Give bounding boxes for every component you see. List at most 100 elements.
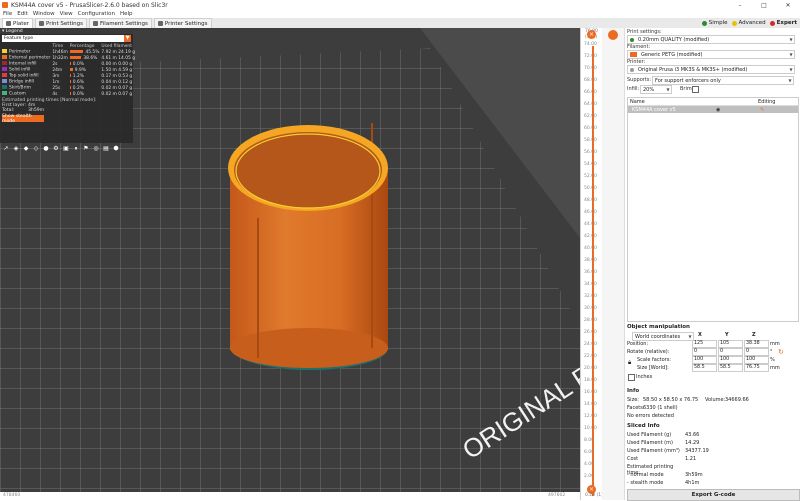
slider-tick-label: 40.00 [584, 246, 597, 251]
legend-row[interactable]: Custom 4s 0.0% 0.02 m 0.07 g [1, 91, 136, 97]
slider-tick-label: 58.00 [584, 138, 597, 143]
menu-configuration[interactable]: Configuration [78, 11, 115, 17]
prusa-logo-icon [2, 2, 8, 8]
simple-mode-icon [701, 20, 707, 26]
object-list: Name Editing KSM44A cover v5 ◉ ✎ [627, 97, 799, 322]
tab-printer-settings[interactable]: Printer Settings [153, 18, 212, 28]
menu-view[interactable]: View [60, 11, 73, 17]
sliced-info-row: Cost 1.21 [627, 456, 697, 462]
printer-combo[interactable]: Original Prusa i3 MK3S & MK3S+ (modified… [627, 65, 795, 74]
travel-icon[interactable]: ↗ [2, 145, 10, 153]
slider-tick-label: 12.00 [584, 414, 597, 419]
mode-advanced[interactable]: Advanced [731, 20, 766, 26]
tool-change-icon[interactable]: ⚙ [52, 145, 60, 153]
size-y-input[interactable]: 58.5 [718, 364, 743, 372]
slider-tick-label: 70.00 [584, 66, 597, 71]
slider-tick-label: 62.00 [584, 114, 597, 119]
slider-upper-knob[interactable]: × [587, 30, 596, 39]
chevron-down-icon: ▼ [688, 334, 692, 339]
tab-print-settings[interactable]: Print Settings [35, 18, 87, 28]
hslider-left-value: 478460 [3, 493, 21, 498]
editing-icon[interactable]: ✎ [760, 107, 764, 113]
rotate-z-input[interactable]: 0 [744, 348, 769, 356]
sidebar: Print settings: 0.20mm QUALITY (modified… [602, 28, 800, 501]
legend-swatch [2, 49, 7, 54]
slider-tick-label: 54.00 [584, 162, 597, 167]
center-of-gravity-icon[interactable]: ◎ [92, 145, 100, 153]
wipe-icon[interactable]: ◈ [12, 145, 20, 153]
mode-expert[interactable]: Expert [769, 20, 797, 26]
legend-swatch [2, 85, 7, 90]
minimize-button[interactable]: – [728, 2, 752, 9]
mode-simple[interactable]: Simple [701, 20, 728, 26]
reset-rotation-icon[interactable]: ↻ [778, 348, 784, 356]
brim-checkbox[interactable] [692, 86, 699, 93]
slider-tick-label: 34.00 [584, 282, 597, 287]
position-x-input[interactable]: 125 [692, 340, 717, 348]
menu-edit[interactable]: Edit [17, 11, 28, 17]
supports-combo[interactable]: For support enforcers only ▼ [652, 76, 794, 85]
layer-slider[interactable]: 76.80 (384) × 74.0072.0070.0068.0066.006… [580, 28, 603, 500]
deretraction-icon[interactable]: ◇ [32, 145, 40, 153]
tool-marker-icon[interactable]: ⬢ [112, 145, 120, 153]
visibility-eye-icon[interactable]: ◉ [716, 107, 760, 113]
pause-icon[interactable]: ⏸ [72, 145, 80, 153]
rotate-y-input[interactable]: 0 [718, 348, 743, 356]
tab-filament-settings[interactable]: Filament Settings [89, 18, 152, 28]
chevron-down-icon: ▼ [789, 52, 793, 57]
expert-mode-icon [769, 20, 775, 26]
size-z-input[interactable]: 76.75 [744, 364, 769, 372]
filament-combo[interactable]: Generic PETG (modified) ▼ [627, 50, 795, 59]
infill-combo[interactable]: 20% ▼ [640, 85, 672, 94]
cylinder-bottom [230, 328, 388, 368]
legend-swatch [2, 73, 7, 78]
tab-plater[interactable]: Plater [2, 18, 34, 28]
advanced-mode-icon [731, 20, 737, 26]
object-list-row[interactable]: KSM44A cover v5 ◉ ✎ [628, 106, 798, 113]
scale-x-input[interactable]: 100 [692, 356, 717, 364]
sliced-info-row: Used Filament (m) 14.29 [627, 440, 700, 446]
legend-header[interactable]: ▾ Legend [0, 28, 133, 34]
legend-view-type-select[interactable]: Feature type ▼ [2, 35, 131, 42]
legend-panel: ▾ Legend Feature type ▼ Time Percentage U… [0, 28, 136, 143]
position-z-input[interactable]: 38.38 [744, 340, 769, 348]
show-stealth-mode-button[interactable]: Show stealth mode [2, 114, 44, 124]
chevron-down-icon: ▼ [789, 37, 793, 42]
menu-bar: File Edit Window View Configuration Help [0, 10, 800, 18]
lock-icon[interactable]: 🔒︎ [628, 359, 631, 367]
color-change-icon[interactable]: ▣ [62, 145, 70, 153]
position-y-input[interactable]: 105 [718, 340, 743, 348]
chevron-down-icon: ▼ [789, 67, 793, 72]
rotate-x-input[interactable]: 0 [692, 348, 717, 356]
slider-tick-label: 42.00 [584, 234, 597, 239]
slider-tick-label: 60.00 [584, 126, 597, 131]
collapse-sidebar-icon[interactable] [608, 30, 618, 40]
retraction-icon[interactable]: ◆ [22, 145, 30, 153]
size-x-input[interactable]: 58.5 [692, 364, 717, 372]
slider-tick-label: 10.00 [584, 426, 597, 431]
custom-gcode-icon[interactable]: ⚑ [82, 145, 90, 153]
menu-help[interactable]: Help [120, 11, 133, 17]
slider-tick-label: 56.00 [584, 150, 597, 155]
window-title: KSM44A cover v5 - PrusaSlicer-2.6.0 base… [11, 1, 168, 9]
maximize-button[interactable]: □ [752, 2, 776, 9]
percentage-bar [69, 67, 73, 71]
inches-checkbox[interactable] [628, 374, 635, 381]
move-slider[interactable]: 478460 497602 [0, 492, 580, 500]
slider-tick-label: 4.00 [584, 462, 595, 467]
export-gcode-button[interactable]: Export G-code [627, 489, 800, 501]
shells-icon[interactable]: ▤ [102, 145, 110, 153]
close-button[interactable]: ✕ [776, 2, 800, 9]
menu-file[interactable]: File [3, 11, 12, 17]
scale-z-input[interactable]: 100 [744, 356, 769, 364]
menu-window[interactable]: Window [33, 11, 55, 17]
print-settings-combo[interactable]: 0.20mm QUALITY (modified) ▼ [627, 35, 795, 44]
sliced-info-row: Used Filament (mm³) 34377.19 [627, 448, 709, 454]
filament-color-swatch[interactable] [630, 52, 637, 57]
slider-tick-label: 30.00 [584, 306, 597, 311]
scale-y-input[interactable]: 100 [718, 356, 743, 364]
seams-icon[interactable]: ● [42, 145, 50, 153]
preset-flag-icon [630, 37, 634, 42]
percentage-bar [69, 49, 84, 53]
chevron-down-icon: ▼ [666, 87, 670, 92]
